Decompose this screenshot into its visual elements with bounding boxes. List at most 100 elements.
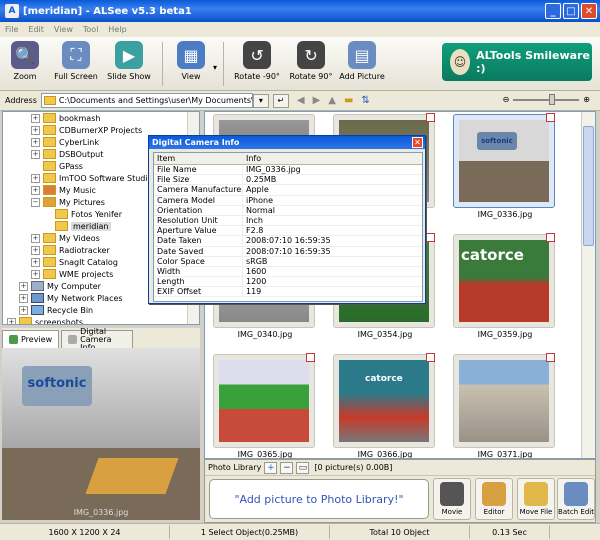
preview-brand-text: softonic — [27, 376, 87, 391]
table-row: Color Space sRGB — [154, 256, 422, 267]
zoom-out-icon[interactable]: ⊖ — [503, 95, 510, 104]
library-icon: ▤ — [348, 41, 377, 69]
library-count: [0 picture(s) 0.00B] — [314, 463, 393, 472]
thumbnail-item[interactable]: IMG_0365.jpg — [209, 350, 321, 458]
add-to-library-dropzone[interactable]: "Add picture to Photo Library!" — [209, 479, 429, 519]
view-icon: ▦ — [177, 41, 205, 69]
folder-icon — [43, 96, 56, 105]
sort-icon[interactable]: ⇅ — [361, 95, 369, 106]
zoom-icon: 🔍 — [11, 41, 39, 69]
rotate-right-icon: ↻ — [297, 41, 326, 69]
menu-file[interactable]: File — [0, 25, 23, 34]
catorce-sign: catorce — [461, 246, 524, 264]
thumbnail-item[interactable]: catorce IMG_0366.jpg — [329, 350, 441, 458]
tree-item[interactable]: + Recycle Bin — [3, 304, 199, 316]
menu-help[interactable]: Help — [103, 25, 131, 34]
table-row: File Size 0.25MB — [154, 175, 422, 186]
batch-edit-button[interactable]: Batch Edit — [557, 478, 595, 520]
tree-item[interactable]: + bookmash — [3, 112, 199, 124]
thumbnail-item[interactable]: catorce IMG_0359.jpg — [449, 230, 561, 342]
smile-face-icon: ☺ — [450, 49, 471, 75]
movie-button[interactable]: Movie — [433, 478, 471, 520]
minimize-button[interactable]: _ — [545, 3, 561, 19]
remove-icon[interactable]: − — [280, 461, 294, 474]
camera-info-table: Item Info File Name IMG_0336.jpg File Size… — [153, 152, 423, 302]
add-icon[interactable]: + — [264, 461, 278, 474]
toolbar: 🔍 Zoom ⛶ Full Screen ▶ Slide Show ▦ View… — [0, 37, 600, 91]
catorce-sign-small: catorce — [365, 374, 403, 384]
menu-view[interactable]: View — [49, 25, 78, 34]
fullscreen-icon: ⛶ — [62, 41, 90, 69]
go-button[interactable]: ↵ — [272, 93, 289, 108]
preview-caption: IMG_0336.jpg — [73, 508, 129, 517]
table-row: Resolution Unit Inch — [154, 216, 422, 227]
menu-tool[interactable]: Tool — [78, 25, 104, 34]
altools-banner[interactable]: ☺ ALTools Smileware :) — [442, 43, 592, 81]
slideshow-button[interactable]: ▶ Slide Show — [102, 41, 156, 81]
table-row: EXIF Offset 119 — [154, 287, 422, 298]
address-field[interactable]: C:\Documents and Settings\user\My Docume… — [40, 93, 253, 108]
view-dropdown-icon[interactable]: ▾ — [213, 63, 217, 72]
rotate-left-icon: ↺ — [243, 41, 272, 69]
view-button[interactable]: ▦ View — [169, 41, 213, 81]
camera-info-dialog: Digital Camera Info ✕ Item Info File Name… — [148, 135, 426, 304]
preview-icon — [9, 335, 18, 344]
table-row: File Name IMG_0336.jpg — [154, 165, 422, 176]
add-picture-button[interactable]: ▤ Add Picture — [338, 41, 386, 81]
close-button[interactable]: ✕ — [581, 3, 597, 19]
tab-preview[interactable]: Preview — [2, 330, 60, 348]
camera-icon — [68, 335, 78, 344]
status-selection: 1 Select Object(0.25MB) — [170, 525, 330, 539]
window-title: [meridian] - ALSee v5.3 beta1 — [23, 5, 192, 17]
thumbnail-item-selected[interactable]: softonic IMG_0336.jpg — [449, 112, 561, 222]
tab-camera-info[interactable]: Digital Camera Info — [61, 327, 134, 351]
film-reel-icon — [440, 482, 464, 506]
photo-library-label: Photo Library — [208, 463, 262, 472]
editor-icon — [482, 482, 506, 506]
zoom-button[interactable]: 🔍 Zoom — [0, 41, 50, 81]
clear-icon[interactable]: ▭ — [296, 461, 310, 474]
move-file-icon — [524, 482, 548, 506]
fullscreen-button[interactable]: ⛶ Full Screen — [50, 41, 102, 81]
dialog-title: Digital Camera Info — [152, 138, 240, 147]
dialog-close-icon[interactable]: ✕ — [412, 137, 423, 148]
forward-icon[interactable]: ▶ — [313, 95, 321, 106]
status-total: Total 10 Object — [330, 525, 470, 539]
status-bar: 1600 X 1200 X 24 1 Select Object(0.25MB)… — [0, 523, 600, 540]
back-icon[interactable]: ◀ — [297, 95, 305, 106]
table-row: Date Taken 2008:07:10 16:59:35 — [154, 236, 422, 247]
move-file-button[interactable]: Move File — [517, 478, 555, 520]
table-row: Aperture Value F2.8 — [154, 226, 422, 237]
preview-tabs: Preview Digital Camera Info — [2, 327, 200, 351]
rotate-left-button[interactable]: ↺ Rotate -90° — [230, 41, 284, 81]
title-bar: A [meridian] - ALSee v5.3 beta1 _ □ ✕ — [0, 0, 600, 22]
address-label: Address — [5, 96, 37, 105]
editor-button[interactable]: Editor — [475, 478, 513, 520]
menu-bar: File Edit View Tool Help — [0, 22, 600, 37]
tree-item[interactable]: + screenshots — [3, 316, 199, 324]
photo-library-panel: Photo Library + − ▭ [0 picture(s) 0.00B]… — [204, 459, 596, 523]
address-dropdown-icon[interactable]: ▾ — [252, 93, 269, 108]
table-row: Width 1600 — [154, 266, 422, 278]
table-row: Camera Model iPhone — [154, 195, 422, 206]
table-row: Date Saved 2008:07:10 16:59:35 — [154, 246, 422, 257]
thumbnail-scrollbar[interactable] — [581, 112, 595, 458]
status-time: 0.13 Sec — [470, 525, 550, 539]
up-icon[interactable]: ▲ — [328, 95, 336, 106]
table-row: Camera Manufacturer Apple — [154, 185, 422, 196]
table-row: Orientation Normal — [154, 205, 422, 216]
table-header: Item Info — [154, 153, 422, 165]
address-bar: Address C:\Documents and Settings\user\M… — [0, 91, 600, 111]
preview-pane: softonic IMG_0336.jpg — [2, 348, 200, 520]
rotate-right-button[interactable]: ↻ Rotate 90° — [284, 41, 338, 81]
status-dimensions: 1600 X 1200 X 24 — [0, 525, 170, 539]
thumbnail-item[interactable]: IMG_0371.jpg — [449, 350, 561, 458]
zoom-in-icon[interactable]: ⊕ — [583, 95, 590, 104]
folder-up-icon[interactable]: ▬ — [344, 95, 353, 106]
app-icon: A — [5, 4, 19, 18]
slideshow-icon: ▶ — [115, 41, 143, 69]
maximize-button[interactable]: □ — [563, 3, 579, 19]
menu-edit[interactable]: Edit — [23, 25, 49, 34]
table-row: Length 1200 — [154, 277, 422, 288]
zoom-slider[interactable]: ⊖ ⊕ — [503, 93, 590, 105]
